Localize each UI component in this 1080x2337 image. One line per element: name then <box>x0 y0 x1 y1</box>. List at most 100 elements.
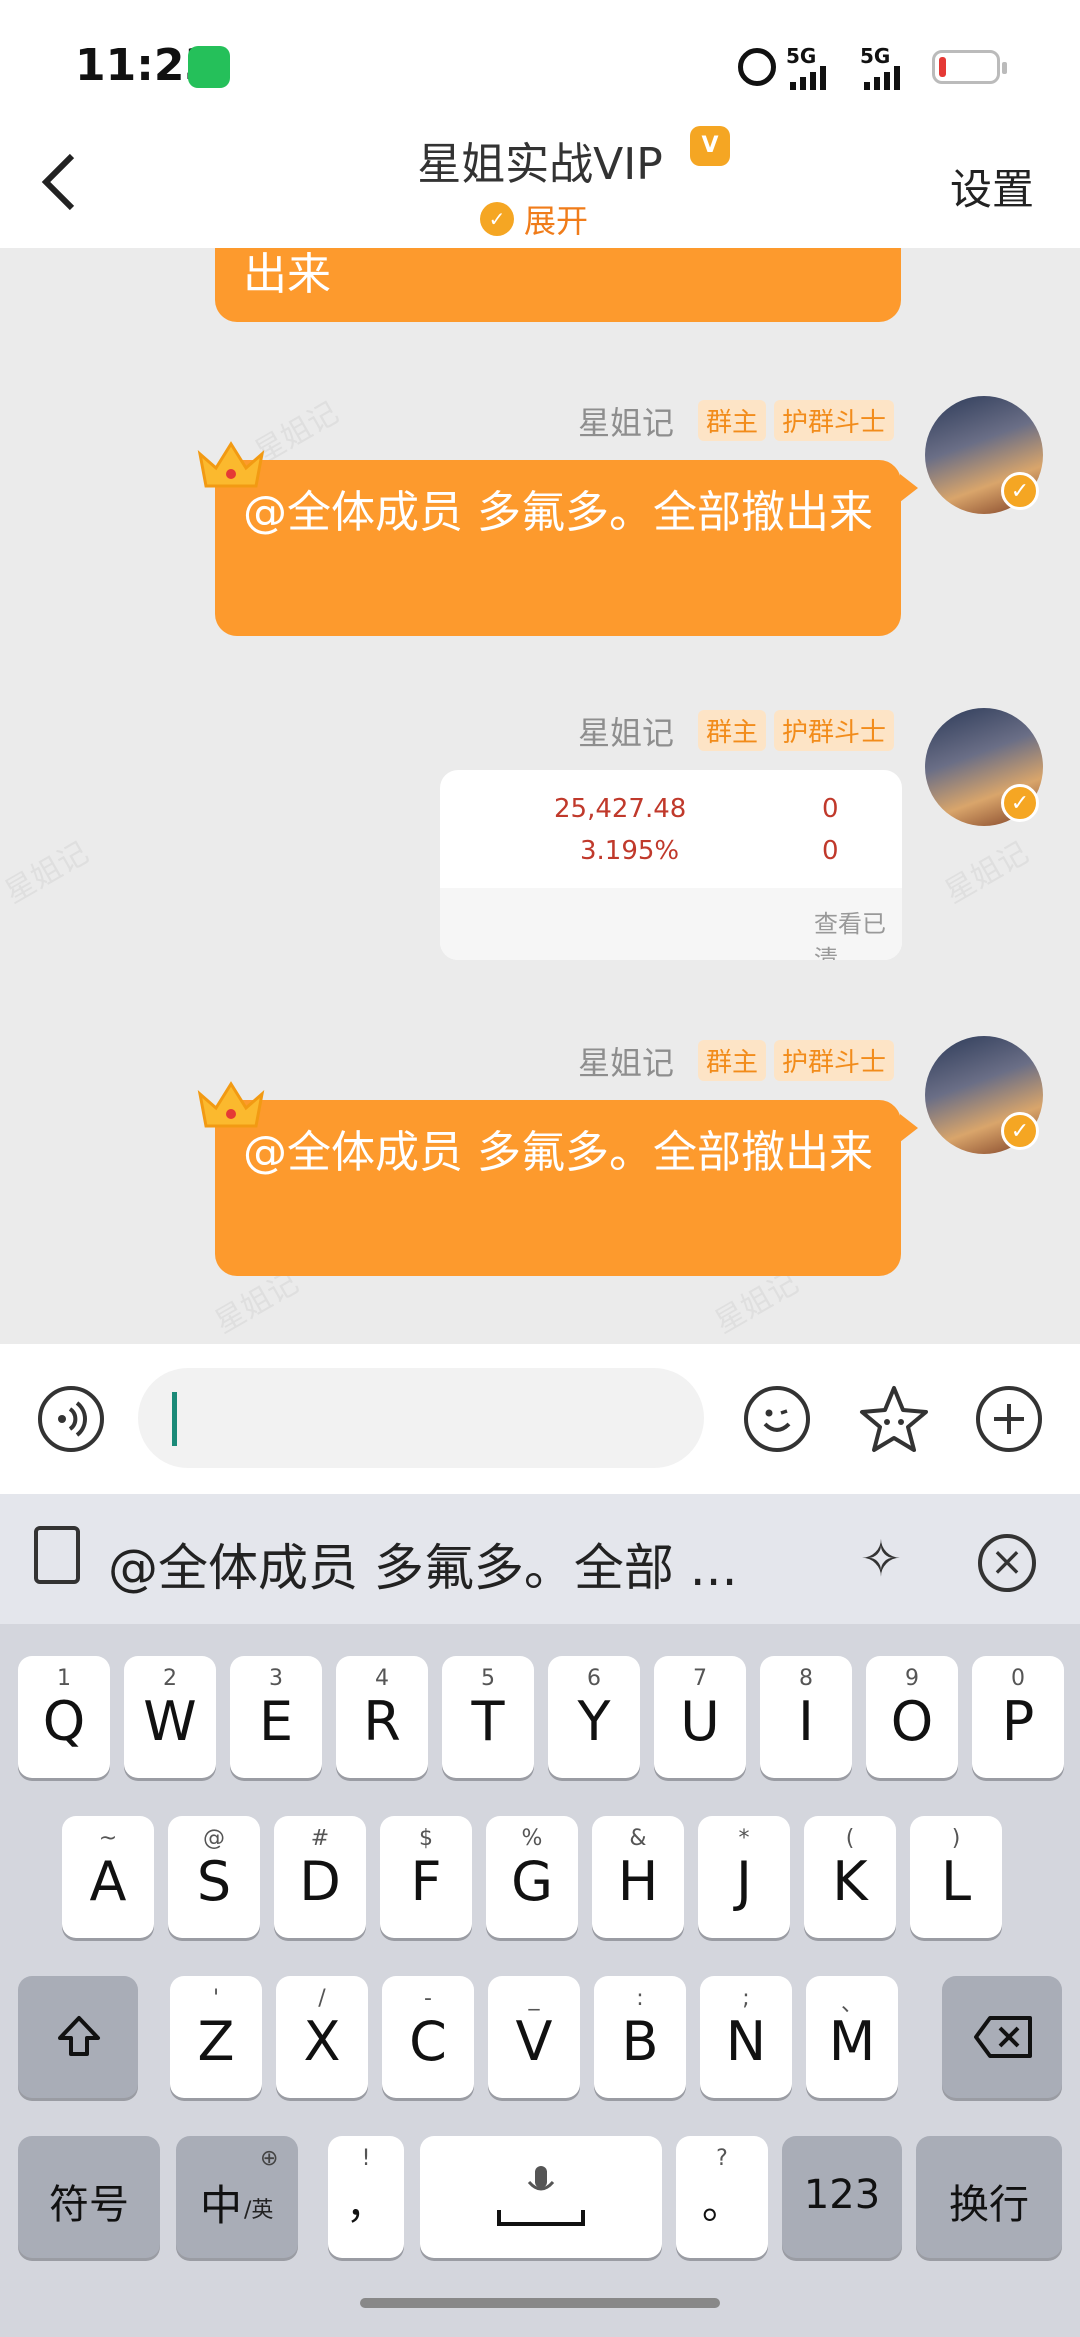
space-key[interactable] <box>420 2136 662 2258</box>
key-v[interactable]: _ V <box>488 1976 580 2098</box>
key-label: 中 <box>200 2181 243 2230</box>
message-bubble[interactable]: @全体成员 多氟多。全部撤出来 <box>215 1100 901 1276</box>
message-input[interactable] <box>138 1368 704 1468</box>
key-hint: 4 <box>375 1666 389 1691</box>
role-tag-guardian: 护群斗士 <box>774 1040 895 1081</box>
key-hint: ? <box>716 2146 728 2171</box>
key-hint: 0 <box>1011 1666 1025 1691</box>
shift-icon <box>58 2016 100 2056</box>
key-label: Y <box>577 1690 611 1753</box>
chevron-down-icon: ✓ <box>480 202 514 236</box>
group-title: 星姐实战VIP <box>417 139 663 190</box>
shared-card[interactable]: 25,427.48 0 3.195% 0 查看已清 <box>440 770 902 960</box>
message-bubble[interactable]: 出来 <box>215 248 901 322</box>
key-r[interactable]: 4R <box>336 1656 428 1778</box>
key-p[interactable]: 0P <box>972 1656 1064 1778</box>
role-tag-owner: 群主 <box>698 1040 767 1081</box>
key-hint: 6 <box>587 1666 601 1691</box>
voice-input-button[interactable] <box>38 1386 104 1452</box>
key-hint: ~ <box>98 1826 118 1851</box>
card-view-more[interactable]: 查看已清 <box>814 904 902 960</box>
key-m[interactable]: 、 M <box>806 1976 898 2098</box>
comma-key[interactable]: ! ， <box>328 2136 404 2258</box>
card-value: 0 <box>822 836 839 866</box>
key-a[interactable]: ~ A <box>62 1816 154 1938</box>
key-n[interactable]: ; N <box>700 1976 792 2098</box>
globe-icon: ⊕ <box>260 2146 279 2171</box>
plus-icon <box>994 1404 1024 1434</box>
language-switch-key[interactable]: 中 /英 ⊕ <box>176 2136 298 2258</box>
avatar[interactable]: ✓ <box>925 1036 1043 1154</box>
message-bubble[interactable]: @全体成员 多氟多。全部撤出来 <box>215 460 901 636</box>
period-key[interactable]: ? 。 <box>676 2136 768 2258</box>
expand-toggle[interactable]: ✓ 展开 <box>480 196 588 242</box>
key-label: I <box>798 1690 814 1753</box>
key-e[interactable]: 3E <box>230 1656 322 1778</box>
key-hint: ( <box>845 1826 855 1851</box>
key-i[interactable]: 8I <box>760 1656 852 1778</box>
key-label: 123 <box>803 2172 881 2218</box>
settings-button[interactable]: 设置 <box>950 156 1034 217</box>
key-hint: ' <box>212 1986 220 2011</box>
key-f[interactable]: $ F <box>380 1816 472 1938</box>
verified-icon: ✓ <box>1001 472 1039 510</box>
close-suggestion-button[interactable]: × <box>978 1534 1036 1592</box>
key-o[interactable]: 9O <box>866 1656 958 1778</box>
key-t[interactable]: 5T <box>442 1656 534 1778</box>
key-label: 换行 <box>949 2182 1029 2228</box>
avatar[interactable]: ✓ <box>925 396 1043 514</box>
key-u[interactable]: 7U <box>654 1656 746 1778</box>
number-key[interactable]: 123 <box>782 2136 902 2258</box>
key-hint: 8 <box>799 1666 813 1691</box>
watermark: 星姐记 <box>0 835 95 911</box>
key-b[interactable]: :B <box>594 1976 686 2098</box>
key-q[interactable]: 1Q <box>18 1656 110 1778</box>
key-y[interactable]: 6Y <box>548 1656 640 1778</box>
verified-icon: ✓ <box>1001 784 1039 822</box>
key-k[interactable]: (K <box>804 1816 896 1938</box>
sticker-button[interactable] <box>856 1382 932 1458</box>
clipboard-suggestion[interactable]: @全体成员 多氟多。全部 ... <box>108 1528 737 1600</box>
more-button[interactable] <box>976 1386 1042 1452</box>
key-label: E <box>258 1690 294 1753</box>
key-hint: / <box>318 1986 326 2011</box>
home-indicator[interactable] <box>360 2298 720 2308</box>
key-sublabel: /英 <box>244 2198 274 2223</box>
key-label: L <box>940 1850 972 1913</box>
ai-assist-icon[interactable]: ✧ <box>860 1530 902 1588</box>
key-hint: % <box>521 1826 543 1851</box>
key-label: W <box>143 1690 197 1753</box>
key-l[interactable]: ) L <box>910 1816 1002 1938</box>
key-label: K <box>832 1850 868 1913</box>
key-d[interactable]: # D <box>274 1816 366 1938</box>
sender-name: 星姐记 <box>578 714 675 752</box>
avatar[interactable]: ✓ <box>925 708 1043 826</box>
chat-area[interactable]: 星姐记 星姐记 星姐记 星姐记 星姐记 出来 星姐记 群主 护群斗士 ✓ @全体… <box>0 248 1080 1344</box>
sender-name: 星姐记 <box>578 404 675 442</box>
backspace-key[interactable] <box>942 1976 1062 2098</box>
backspace-icon <box>974 2016 1032 2058</box>
role-tag-owner: 群主 <box>698 400 767 441</box>
key-hint: 3 <box>269 1666 283 1691</box>
key-label: ， <box>346 2182 386 2228</box>
enter-key[interactable]: 换行 <box>916 2136 1062 2258</box>
crown-icon <box>197 1081 265 1128</box>
key-h[interactable]: & H <box>592 1816 684 1938</box>
key-s[interactable]: @ S <box>168 1816 260 1938</box>
shift-key[interactable] <box>18 1976 138 2098</box>
battery-tip <box>1002 62 1007 74</box>
key-g[interactable]: % G <box>486 1816 578 1938</box>
key-j[interactable]: * J <box>698 1816 790 1938</box>
key-z[interactable]: ' Z <box>170 1976 262 2098</box>
vip-badge-icon: V <box>690 126 730 166</box>
key-w[interactable]: 2W <box>124 1656 216 1778</box>
card-value: 3.195% <box>580 836 680 866</box>
emoji-button[interactable] <box>744 1386 810 1452</box>
symbols-key[interactable]: 符号 <box>18 2136 160 2258</box>
voice-icon <box>58 1401 87 1437</box>
key-c[interactable]: -C <box>382 1976 474 2098</box>
key-label: P <box>1001 1690 1035 1753</box>
key-hint: * <box>738 1826 750 1851</box>
key-hint: & <box>629 1826 647 1851</box>
key-x[interactable]: / X <box>276 1976 368 2098</box>
